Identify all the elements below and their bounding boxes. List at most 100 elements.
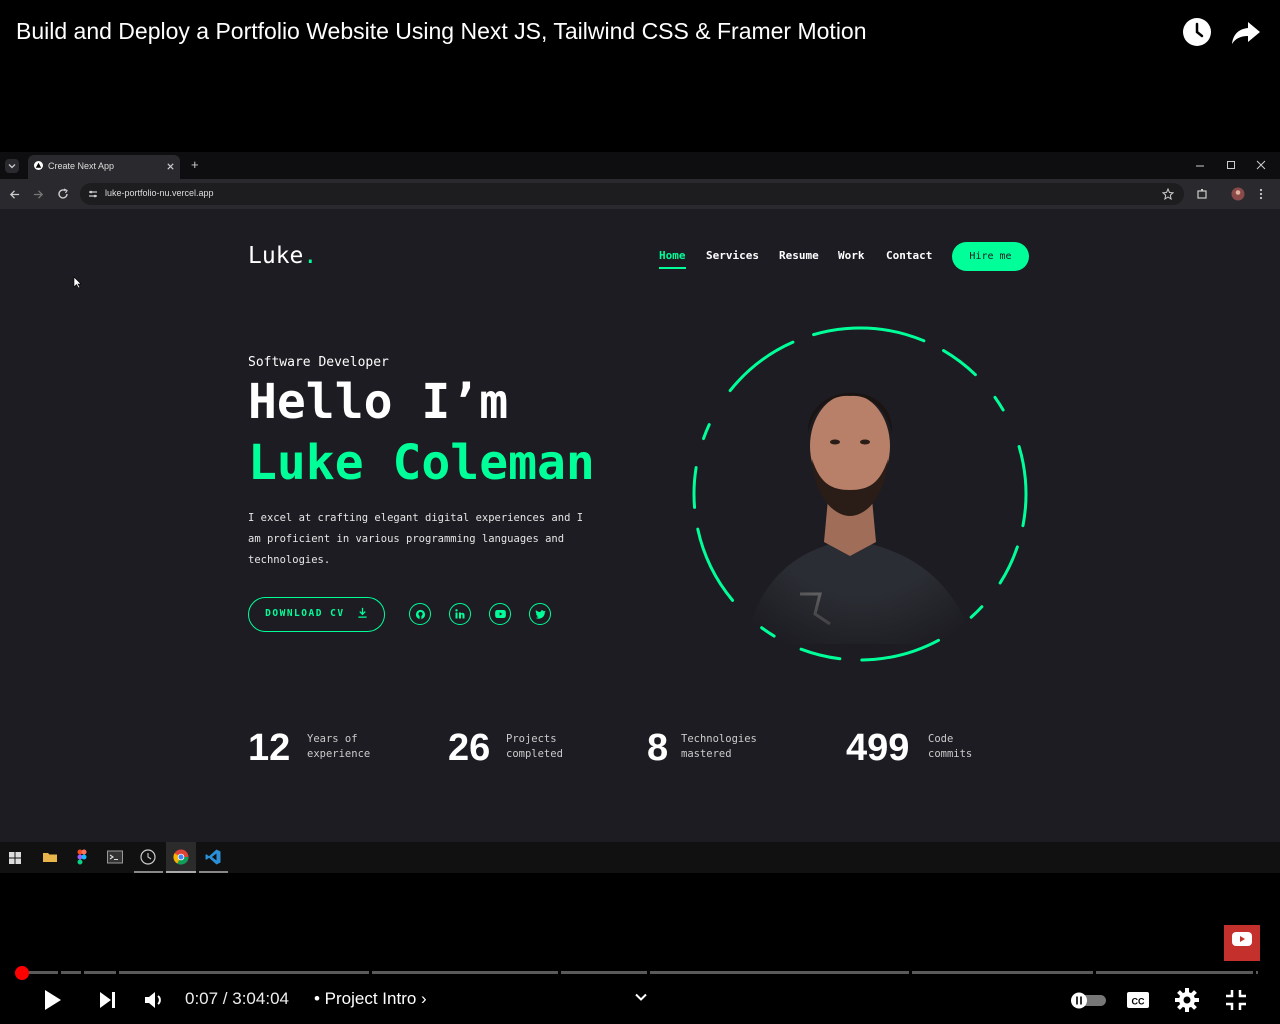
close-window-icon[interactable] <box>1256 160 1266 170</box>
download-icon <box>358 607 367 618</box>
stat-tech-label: Technologies mastered <box>681 732 757 762</box>
logo-text: Luke <box>248 243 304 269</box>
youtube-icon <box>494 610 506 618</box>
time-display: 0:07 / 3:04:04 <box>185 989 289 1008</box>
stat-years-value: 12 <box>248 727 291 769</box>
hero-description: I excel at crafting elegant digital expe… <box>248 512 584 566</box>
volume-icon[interactable] <box>140 986 168 1014</box>
twitter-link[interactable] <box>529 603 551 625</box>
clock-app-slot[interactable] <box>134 842 163 873</box>
address-bar[interactable]: luke-portfolio-nu.vercel.app <box>80 183 1184 205</box>
nav-contact[interactable]: Contact <box>886 249 932 262</box>
stat-years-label-1: Years of <box>307 733 358 745</box>
file-explorer-icon[interactable] <box>42 849 58 865</box>
browser-menu-icon[interactable] <box>1258 188 1264 200</box>
url-text: luke-portfolio-nu.vercel.app <box>105 188 214 198</box>
vscode-app-slot[interactable] <box>199 842 228 873</box>
os-taskbar <box>0 842 1280 873</box>
scrubber-handle[interactable] <box>15 966 29 980</box>
profile-photo <box>690 324 1030 664</box>
chapter-marker <box>58 971 61 974</box>
chrome-app-slot[interactable] <box>166 842 196 873</box>
hire-me-button[interactable]: Hire me <box>952 242 1029 271</box>
twitter-icon <box>534 610 546 619</box>
mouse-cursor-icon <box>73 276 82 289</box>
play-icon[interactable] <box>38 986 66 1014</box>
new-tab-button[interactable]: + <box>191 157 199 172</box>
chrome-icon <box>173 849 189 865</box>
video-frame[interactable]: Create Next App + luke-portfolio-nu.verc… <box>0 152 1280 873</box>
exit-fullscreen-icon[interactable] <box>1222 986 1250 1014</box>
forward-icon[interactable] <box>33 189 44 200</box>
stat-commits-label-2: commits <box>928 748 973 760</box>
clock-app-icon <box>140 849 156 865</box>
stat-commits-value: 499 <box>846 727 910 769</box>
browser-toolbar: luke-portfolio-nu.vercel.app <box>0 179 1280 209</box>
youtube-logo-icon <box>1232 932 1252 946</box>
tab-title: Create Next App <box>48 161 115 171</box>
close-tab-icon[interactable] <box>166 162 175 171</box>
stat-commits-label-1: Code <box>928 733 954 745</box>
chapter-marker <box>369 971 372 974</box>
nav-services[interactable]: Services <box>706 249 759 262</box>
nav-work[interactable]: Work <box>838 249 865 262</box>
linkedin-icon <box>455 609 465 619</box>
svg-text:CC: CC <box>1132 997 1145 1007</box>
site-info-icon[interactable] <box>88 189 98 199</box>
stat-tech-label-2: mastered <box>681 748 732 760</box>
stat-years-label: Years of experience <box>307 732 370 762</box>
figma-icon[interactable] <box>76 849 88 865</box>
youtube-link[interactable] <box>489 603 511 625</box>
settings-gear-icon[interactable] <box>1173 986 1201 1014</box>
hero-name: Luke Coleman <box>248 435 595 491</box>
share-icon[interactable] <box>1230 16 1262 48</box>
portfolio-page: Luke. Home Services Resume Work Contact … <box>0 209 1280 842</box>
nav-home[interactable]: Home <box>659 249 686 269</box>
stat-projects-label-1: Projects <box>506 733 557 745</box>
chapter-marker <box>81 971 84 974</box>
next-icon[interactable] <box>94 986 122 1014</box>
chapter-marker <box>1093 971 1096 974</box>
stat-tech-label-1: Technologies <box>681 733 757 745</box>
vercel-favicon-icon <box>34 161 43 170</box>
chapter-marker <box>116 971 119 974</box>
linkedin-link[interactable] <box>449 603 471 625</box>
browser-tab[interactable]: Create Next App <box>28 155 180 179</box>
extensions-icon[interactable] <box>1196 188 1208 200</box>
terminal-icon[interactable] <box>107 849 123 865</box>
profile-avatar-icon[interactable] <box>1231 187 1245 201</box>
stat-commits-label: Code commits <box>928 732 972 762</box>
github-icon <box>415 609 425 619</box>
site-logo[interactable]: Luke. <box>248 243 317 269</box>
download-cv-label: DOWNLOAD CV <box>265 608 345 619</box>
nav-resume[interactable]: Resume <box>779 249 819 262</box>
video-title[interactable]: Build and Deploy a Portfolio Website Usi… <box>16 18 867 45</box>
chapter-marker <box>558 971 561 974</box>
minimize-icon[interactable] <box>1195 161 1205 171</box>
logo-dot: . <box>303 243 318 269</box>
captions-icon[interactable]: CC <box>1124 986 1152 1014</box>
role-subtitle: Software Developer <box>248 355 389 370</box>
chapter-marker <box>647 971 650 974</box>
vscode-icon <box>205 849 221 865</box>
chevron-down-icon[interactable] <box>634 990 648 1004</box>
browser-tab-bar: Create Next App + <box>0 152 1280 179</box>
github-link[interactable] <box>409 603 431 625</box>
tab-search-icon[interactable] <box>5 159 19 173</box>
stat-projects-value: 26 <box>448 727 491 769</box>
subscribe-watermark[interactable] <box>1224 925 1260 961</box>
stat-years-label-2: experience <box>307 748 371 760</box>
bookmark-star-icon[interactable] <box>1162 188 1174 200</box>
stat-tech-value: 8 <box>647 727 669 769</box>
download-cv-button[interactable]: DOWNLOAD CV <box>248 597 385 632</box>
autoplay-toggle-icon[interactable] <box>1068 990 1108 1010</box>
maximize-icon[interactable] <box>1226 160 1236 170</box>
back-icon[interactable] <box>9 189 20 200</box>
watch-later-icon[interactable] <box>1181 16 1213 48</box>
windows-start-icon[interactable] <box>9 852 21 864</box>
chapter-marker <box>1253 971 1256 974</box>
chapter-title[interactable]: • Project Intro › <box>314 989 427 1009</box>
reload-icon[interactable] <box>57 188 69 200</box>
chapter-marker <box>909 971 912 974</box>
progress-bar[interactable] <box>22 971 1258 974</box>
